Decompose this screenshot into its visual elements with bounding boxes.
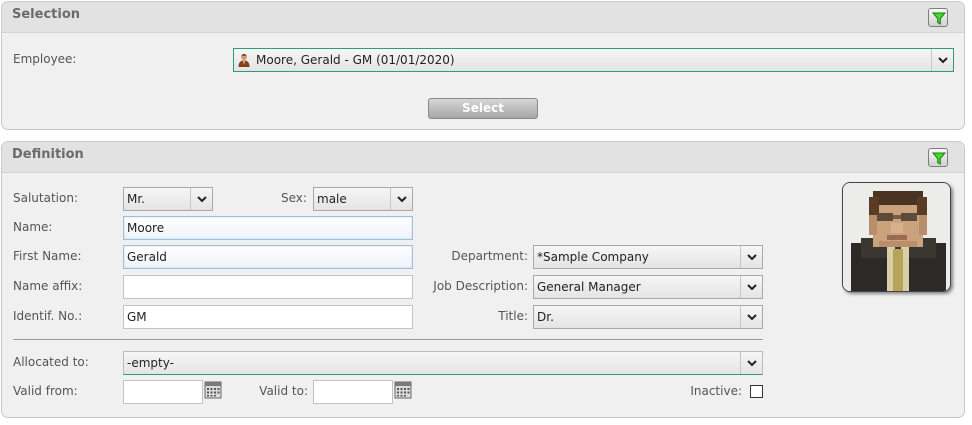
section-divider [13, 339, 763, 340]
employee-select[interactable]: Moore, Gerald - GM (01/01/2020) [233, 48, 954, 72]
first-name-label: First Name: [13, 249, 82, 263]
salutation-label: Salutation: [13, 191, 78, 205]
job-title-label: Title: [498, 309, 528, 323]
selection-filter-button[interactable] [928, 8, 948, 27]
job-title-value: Dr. [537, 310, 554, 324]
salutation-dropdown-arrow [190, 188, 212, 210]
valid-from-calendar-button[interactable] [204, 381, 224, 401]
calendar-icon [204, 381, 222, 399]
job-description-value: General Manager [537, 280, 641, 294]
filter-icon [932, 152, 946, 165]
filter-icon [932, 12, 946, 25]
salutation-select[interactable]: Mr. [123, 187, 213, 211]
employee-label: Employee: [13, 52, 77, 66]
job-title-dropdown-arrow [740, 306, 762, 328]
sex-dropdown-arrow [390, 188, 412, 210]
salutation-value: Mr. [127, 192, 145, 206]
chevron-down-icon [197, 196, 207, 203]
definition-filter-button[interactable] [928, 148, 948, 167]
definition-header: Definition [2, 142, 964, 173]
allocated-to-dropdown-arrow [740, 352, 762, 374]
employee-dropdown-arrow [931, 49, 953, 71]
valid-to-input[interactable] [313, 380, 393, 404]
job-description-select[interactable]: General Manager [533, 275, 763, 299]
inactive-checkbox[interactable] [750, 385, 763, 398]
valid-to-label: Valid to: [259, 384, 308, 398]
inactive-label: Inactive: [690, 384, 742, 398]
employee-value: Moore, Gerald - GM (01/01/2020) [256, 53, 455, 67]
job-description-label: Job Description: [433, 279, 528, 293]
allocated-to-select[interactable]: -empty- [123, 351, 763, 375]
department-dropdown-arrow [740, 246, 762, 268]
definition-title: Definition [12, 147, 84, 162]
allocated-to-value: -empty- [127, 356, 174, 370]
definition-panel: Definition Salutation: Mr. Sex: male Nam… [1, 141, 965, 418]
selection-panel: Selection Employee: Moore, Gerald - GM (… [1, 1, 965, 130]
job-title-select[interactable]: Dr. [533, 305, 763, 329]
ident-no-label: Identif. No.: [13, 309, 83, 323]
ident-no-input[interactable]: GM [123, 305, 413, 329]
job-description-dropdown-arrow [740, 276, 762, 298]
department-select[interactable]: *Sample Company [533, 245, 763, 269]
chevron-down-icon [397, 196, 407, 203]
chevron-down-icon [747, 254, 757, 261]
selection-title: Selection [12, 7, 81, 22]
chevron-down-icon [938, 57, 948, 64]
name-input[interactable]: Moore [123, 216, 413, 240]
chevron-down-icon [747, 314, 757, 321]
select-button[interactable]: Select [428, 98, 538, 119]
name-affix-label: Name affix: [13, 279, 83, 293]
sex-label: Sex: [281, 191, 307, 205]
employee-photo [842, 182, 951, 292]
name-label: Name: [13, 220, 53, 234]
selection-header: Selection [2, 2, 964, 33]
employee-portrait [843, 183, 950, 291]
valid-from-label: Valid from: [13, 384, 78, 398]
chevron-down-icon [747, 360, 757, 367]
chevron-down-icon [747, 284, 757, 291]
department-value: *Sample Company [537, 250, 649, 264]
sex-select[interactable]: male [313, 187, 413, 211]
sex-value: male [317, 192, 347, 206]
department-label: Department: [451, 249, 528, 263]
name-affix-input[interactable] [123, 275, 413, 299]
valid-from-input[interactable] [123, 380, 203, 404]
calendar-icon [394, 381, 412, 399]
person-icon [238, 54, 250, 67]
first-name-input[interactable]: Gerald [123, 245, 413, 269]
allocated-to-label: Allocated to: [13, 355, 89, 369]
valid-to-calendar-button[interactable] [394, 381, 414, 401]
